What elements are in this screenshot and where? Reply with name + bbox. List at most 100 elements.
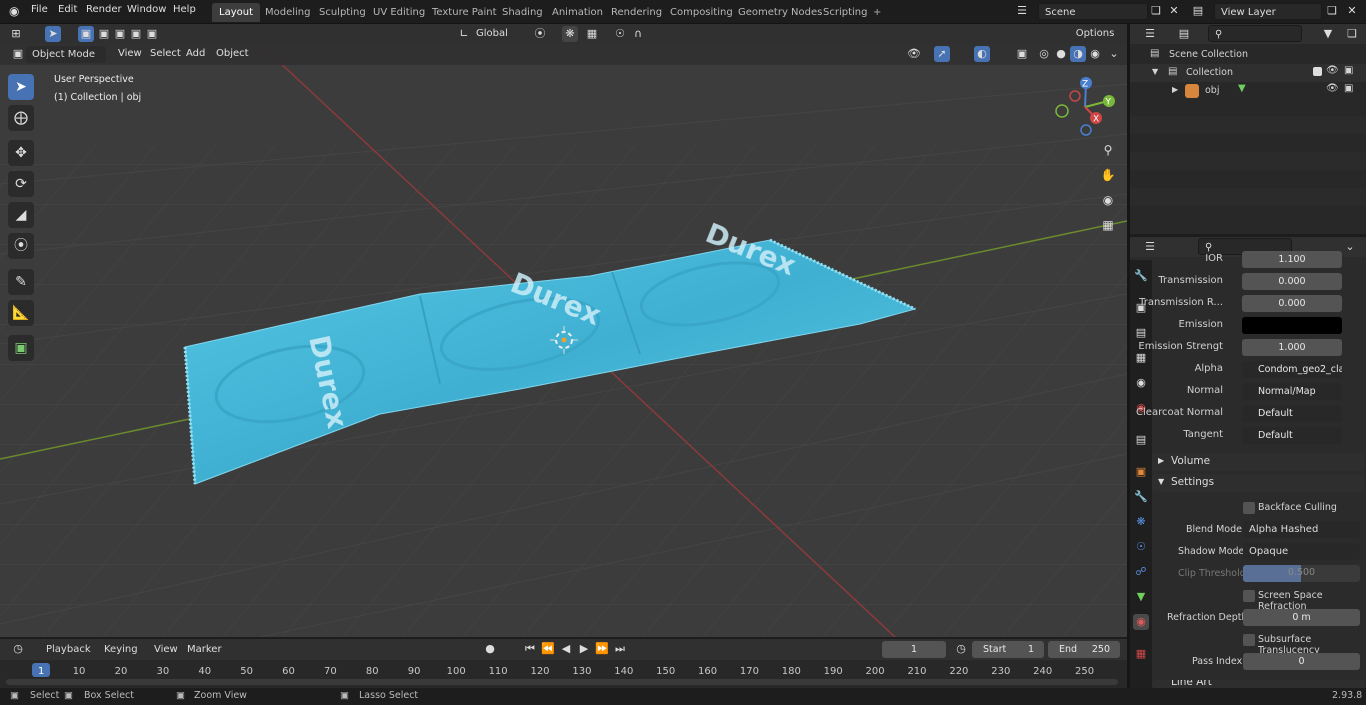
pass-index-field[interactable]: 0 (1243, 653, 1360, 670)
outliner-row-collection[interactable]: ▼ ▤ Collection 👁 ▣ (1130, 64, 1366, 82)
clip-threshold-slider[interactable]: 0.500 (1243, 565, 1360, 582)
tab-animation[interactable]: Animation (545, 3, 610, 22)
falloff-icon[interactable]: ∩ (630, 26, 646, 42)
close-scene-icon[interactable]: ✕ (1166, 3, 1182, 19)
transform-tool-icon[interactable]: ⦿ (8, 233, 34, 259)
tool-tab-icon[interactable]: 🔧 (1133, 268, 1149, 284)
scene-tab-icon[interactable]: ◉ (1133, 375, 1149, 391)
start-frame-field[interactable]: Start 1 (972, 641, 1044, 658)
view-layer-tab-icon[interactable]: ▦ (1133, 350, 1149, 366)
collection-checkbox[interactable] (1313, 67, 1322, 76)
3d-viewport[interactable]: Durex Durex Durex User Perspective (1) C… (0, 44, 1127, 637)
shadow-mode-dropdown[interactable]: Opaque (1243, 543, 1360, 560)
timeline-marker-menu[interactable]: Marker (187, 644, 222, 655)
menu-file[interactable]: File (31, 4, 48, 15)
current-frame-field[interactable]: 1 (882, 641, 946, 658)
camera-icon[interactable]: ▣ (1344, 65, 1353, 76)
eye-icon[interactable]: 👁 (1326, 65, 1339, 76)
measure-tool-icon[interactable]: 📐 (8, 300, 34, 326)
subsurface-translucency-checkbox[interactable] (1243, 634, 1255, 646)
menu-edit[interactable]: Edit (58, 4, 77, 15)
move-tool-icon[interactable]: ✥ (8, 140, 34, 166)
menu-add[interactable]: Add (186, 48, 205, 59)
tab-shading[interactable]: Shading (495, 3, 550, 22)
outliner-row-scene-collection[interactable]: ▤ Scene Collection (1130, 46, 1366, 64)
close-view-layer-icon[interactable]: ✕ (1344, 3, 1360, 19)
tab-rendering[interactable]: Rendering (604, 3, 669, 22)
modifier-tab-icon[interactable]: 🔧 (1133, 489, 1149, 505)
normal-link-field[interactable]: Normal/Map (1242, 383, 1342, 400)
scene-name-field[interactable]: Scene (1038, 3, 1148, 20)
tab-texture-paint[interactable]: Texture Paint (425, 3, 504, 22)
outliner-editor-icon[interactable]: ☰ (1142, 26, 1158, 42)
pan-hand-icon[interactable]: ✋ (1100, 167, 1116, 183)
view-layer-icon[interactable]: ▤ (1190, 3, 1206, 19)
volume-panel-header[interactable]: ▶ Volume (1152, 453, 1364, 471)
add-workspace-icon[interactable]: + (866, 3, 888, 22)
data-tab-icon[interactable]: ▼ (1133, 589, 1149, 605)
timeline-view-menu[interactable]: View (154, 644, 178, 655)
pivot-icon[interactable]: ⦿ (532, 26, 548, 42)
backface-culling-checkbox[interactable] (1243, 502, 1255, 514)
display-mode-icon[interactable]: ▤ (1176, 26, 1192, 42)
scene-icon[interactable]: ☰ (1014, 3, 1030, 19)
outliner-row-obj[interactable]: ▶ obj ▼ 👁 ▣ (1130, 82, 1366, 100)
tab-modeling[interactable]: Modeling (258, 3, 318, 22)
filter-icon[interactable]: ▼ (1320, 26, 1336, 42)
emission-strength-field[interactable]: 1.000 (1242, 339, 1342, 356)
options-dropdown[interactable]: Options (1068, 25, 1122, 43)
jump-start-icon[interactable]: ⏮ (522, 641, 538, 657)
select-tool-icon[interactable]: ➤ (45, 26, 61, 42)
visibility-icon[interactable]: 👁 (906, 46, 922, 62)
object-mode-dropdown[interactable]: Object Mode (26, 46, 106, 63)
transform-orientation-dropdown[interactable]: Global (470, 25, 524, 42)
line-art-panel-header[interactable]: Line Art (1152, 680, 1364, 688)
refraction-depth-field[interactable]: 0 m (1243, 609, 1360, 626)
rendered-shading-icon[interactable]: ◉ (1087, 46, 1103, 62)
obj-eye-icon[interactable]: 👁 (1326, 83, 1339, 94)
navigation-gizmo[interactable]: Z Y X (1050, 74, 1120, 139)
tangent-field[interactable]: Default (1242, 427, 1342, 444)
material-preview-icon[interactable]: ◑ (1070, 46, 1086, 62)
outliner-search-input[interactable]: ⚲ (1208, 25, 1302, 42)
physics-tab-icon[interactable]: ☉ (1133, 539, 1149, 555)
mesh-data-icon[interactable]: ▼ (1238, 83, 1246, 94)
wireframe-shading-icon[interactable]: ◎ (1036, 46, 1052, 62)
snap-target-icon[interactable]: ▦ (584, 26, 600, 42)
select-box-tool-icon[interactable]: ➤ (8, 74, 34, 100)
transmission-roughness-field[interactable]: 0.000 (1242, 295, 1342, 312)
select-extend-icon[interactable]: ▣ (96, 26, 112, 42)
zoom-icon[interactable]: ⚲ (1100, 142, 1116, 158)
ior-field[interactable]: 1.100 (1242, 251, 1342, 268)
add-cube-tool-icon[interactable]: ▣ (8, 335, 34, 361)
select-invert-icon[interactable]: ▣ (128, 26, 144, 42)
keying-menu[interactable]: Keying (98, 641, 146, 658)
blend-mode-dropdown[interactable]: Alpha Hashed (1243, 521, 1360, 538)
tab-geometry-nodes[interactable]: Geometry Nodes (731, 3, 829, 22)
clearcoat-normal-field[interactable]: Default (1242, 405, 1342, 422)
select-new-icon[interactable]: ▣ (78, 26, 94, 42)
view-layer-field[interactable]: View Layer (1214, 3, 1322, 20)
xray-icon[interactable]: ▣ (1014, 46, 1030, 62)
select-subtract-icon[interactable]: ▣ (112, 26, 128, 42)
collection-tab-icon[interactable]: ▤ (1133, 432, 1149, 448)
menu-select[interactable]: Select (150, 48, 181, 59)
record-icon[interactable]: ● (482, 641, 498, 657)
solid-shading-icon[interactable]: ● (1053, 46, 1069, 62)
editor-type-icon[interactable]: ⊞ (8, 26, 24, 42)
particles-tab-icon[interactable]: ❋ (1133, 514, 1149, 530)
expand-right-arrow-icon[interactable]: ▶ (1172, 85, 1178, 94)
prev-keyframe-icon[interactable]: ⏪ (540, 641, 556, 657)
jump-end-icon[interactable]: ⏭ (612, 641, 628, 657)
screen-space-refraction-checkbox[interactable] (1243, 590, 1255, 602)
menu-render[interactable]: Render (86, 4, 122, 15)
end-frame-field[interactable]: End 250 (1048, 641, 1120, 658)
constraints-tab-icon[interactable]: ☍ (1133, 564, 1149, 580)
timeline-scrollbar[interactable] (6, 679, 1118, 685)
new-collection-icon[interactable]: ❏ (1344, 26, 1360, 42)
menu-view[interactable]: View (118, 48, 142, 59)
overlay-toggle-icon[interactable]: ◐ (974, 46, 990, 62)
tab-layout[interactable]: Layout (212, 3, 260, 22)
blender-logo-icon[interactable]: ◉ (9, 4, 19, 18)
emission-color-swatch[interactable] (1242, 317, 1342, 334)
